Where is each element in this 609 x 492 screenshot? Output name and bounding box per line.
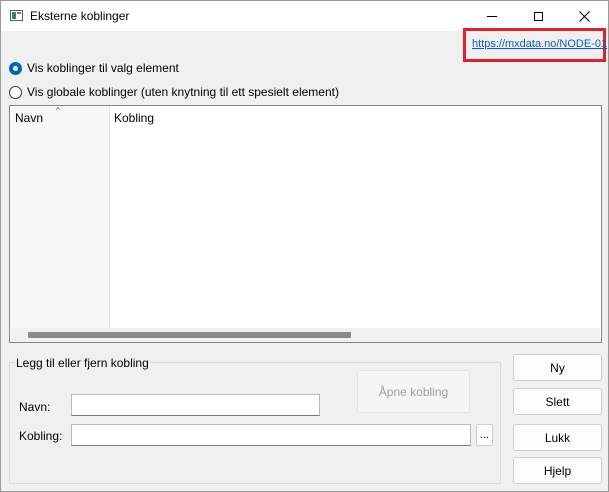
column-header-navn[interactable]: Navn [15, 111, 43, 125]
close-window-button[interactable] [561, 1, 607, 31]
name-input[interactable] [71, 394, 320, 416]
link-input[interactable] [71, 424, 471, 446]
radio-selected-element[interactable]: Vis koblinger til valg element [9, 61, 179, 75]
radio-selected-element-label: Vis koblinger til valg element [27, 61, 179, 75]
radio-unchecked-icon[interactable] [9, 85, 22, 99]
horizontal-scrollbar-thumb[interactable] [28, 332, 351, 338]
close-icon [578, 10, 590, 22]
new-button[interactable]: Ny [513, 354, 602, 381]
browse-button[interactable]: ... [476, 424, 493, 446]
title-bar[interactable]: Eksterne koblinger [1, 1, 608, 31]
links-list-view[interactable]: ^ Navn Kobling [9, 105, 602, 343]
sorted-column-background [10, 106, 109, 328]
window-title: Eksterne koblinger [30, 9, 130, 23]
external-url-link[interactable]: https://mxdata.no/NODE-01 [472, 38, 607, 50]
group-title: Legg til eller fjern kobling [15, 356, 150, 370]
close-button[interactable]: Lukk [513, 424, 602, 451]
minimize-button[interactable] [469, 1, 515, 31]
radio-checked-icon[interactable] [9, 61, 22, 75]
maximize-icon [533, 11, 543, 21]
link-label: Kobling: [19, 429, 63, 443]
radio-global-links[interactable]: Vis globale koblinger (uten knytning til… [9, 85, 339, 99]
name-label: Navn: [19, 400, 51, 414]
radio-global-links-label: Vis globale koblinger (uten knytning til… [27, 85, 339, 99]
minimize-icon [487, 15, 497, 17]
column-divider [109, 106, 110, 328]
open-link-button[interactable]: Åpne kobling [357, 370, 470, 413]
eksterne-koblinger-dialog: Eksterne koblinger https://mxdata.no/NOD… [0, 0, 609, 492]
help-button[interactable]: Hjelp [513, 457, 602, 484]
column-header-kobling[interactable]: Kobling [114, 111, 154, 125]
app-window-icon [10, 10, 23, 21]
maximize-button[interactable] [515, 1, 561, 31]
sort-ascending-icon: ^ [56, 106, 60, 115]
delete-button[interactable]: Slett [513, 388, 602, 415]
horizontal-scrollbar[interactable] [11, 328, 600, 342]
